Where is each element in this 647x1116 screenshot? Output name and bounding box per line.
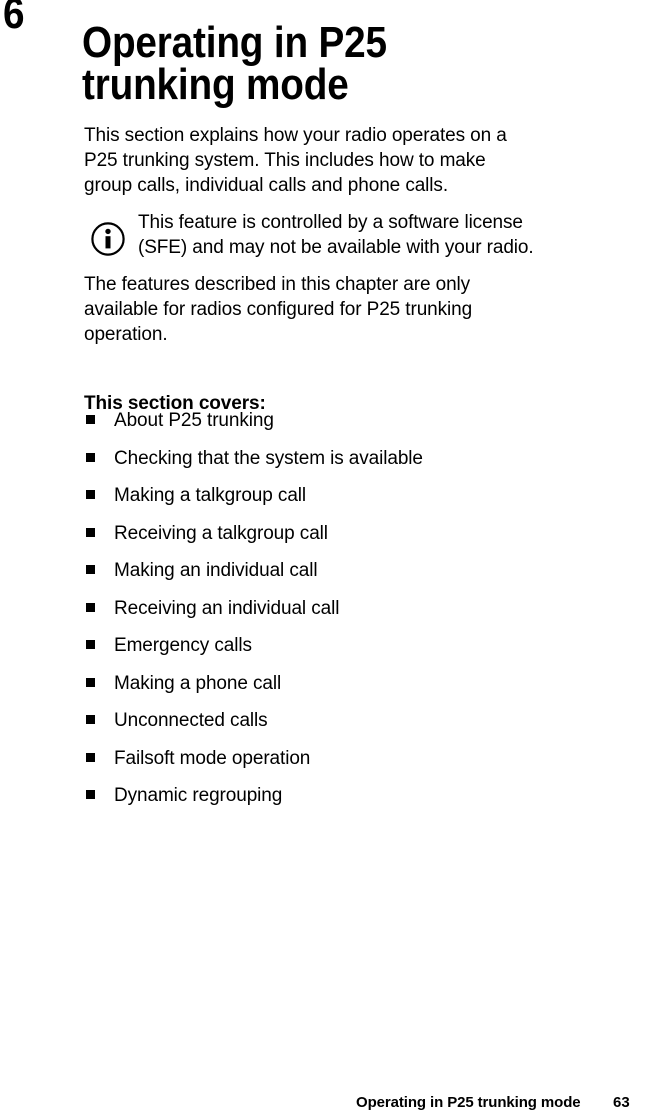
bullet-square-icon (86, 452, 95, 462)
info-circle-icon (91, 222, 125, 256)
list-item: About P25 trunking (84, 408, 584, 446)
chapter-scope-paragraph: The features described in this chapter a… (84, 272, 584, 348)
intro-paragraph-line-1: This section explains how your radio ope… (84, 125, 507, 146)
footer-chapter-title: Operating in P25 trunking mode (356, 1094, 581, 1111)
intro-paragraph: This section explains how your radio ope… (84, 123, 584, 199)
page-title-line-2: trunking mode (82, 60, 349, 110)
bullet-square-icon (86, 415, 95, 424)
note-text-line-2: (SFE) and may not be available with your… (138, 237, 534, 259)
list-item: Receiving a talkgroup call (84, 521, 584, 559)
bullet-square-icon (86, 640, 95, 649)
intro-paragraph-line-2: P25 trunking system. This includes how t… (84, 150, 486, 172)
bullet-square-icon (86, 715, 95, 724)
list-item-label: Checking that the system is available (114, 447, 423, 469)
list-item: Making a phone call (84, 671, 584, 709)
bullet-square-icon (86, 527, 95, 537)
note-text: This feature is controlled by a software… (138, 210, 534, 260)
chapter-scope-paragraph-line-1: The features described in this chapter a… (84, 274, 471, 295)
document-page: 6 Operating in P25 trunking mode This se… (0, 0, 647, 1116)
list-item-label: Failsoft mode operation (114, 747, 311, 769)
bullet-square-icon (86, 677, 95, 687)
bullet-square-icon (86, 490, 95, 499)
footer-page-number: 63 (613, 1094, 630, 1111)
list-item: Unconnected calls (84, 708, 584, 746)
list-item-label: Unconnected calls (114, 710, 268, 731)
page-footer: Operating in P25 trunking mode 63 (0, 1086, 647, 1116)
chapter-number: 6 (3, 0, 25, 38)
intro-paragraph-line-3: group calls, individual calls and phone … (84, 175, 449, 197)
list-item-label: Dynamic regrouping (114, 785, 283, 806)
list-item: Making an individual call (84, 558, 584, 596)
list-item-label: Making an individual call (114, 560, 318, 581)
page-title: Operating in P25 trunking mode (82, 18, 496, 110)
section-covers-list: About P25 trunking Checking that the sys… (84, 408, 584, 821)
page-title-line-1: Operating in P25 (82, 18, 387, 68)
chapter-scope-paragraph-line-3: operation. (84, 324, 168, 346)
list-item-label: Emergency calls (114, 635, 252, 656)
bullet-square-icon (86, 752, 95, 762)
list-item-label: Receiving an individual call (114, 597, 340, 619)
note-text-line-1: This feature is controlled by a software… (138, 212, 523, 233)
bullet-square-icon (86, 602, 95, 612)
list-item-label: Receiving a talkgroup call (114, 522, 328, 544)
list-item: Emergency calls (84, 633, 584, 671)
list-item: Receiving an individual call (84, 596, 584, 634)
list-item-label: Making a talkgroup call (114, 485, 307, 506)
list-item-label: Making a phone call (114, 672, 282, 694)
list-item: Checking that the system is available (84, 446, 584, 484)
list-item: Dynamic regrouping (84, 783, 584, 821)
bullet-square-icon (86, 565, 95, 574)
list-item: Making a talkgroup call (84, 483, 584, 521)
chapter-scope-paragraph-line-2: available for radios configured for P25 … (84, 299, 473, 321)
bullet-square-icon (86, 790, 95, 799)
list-item: Failsoft mode operation (84, 746, 584, 784)
list-item-label: About P25 trunking (114, 410, 274, 431)
